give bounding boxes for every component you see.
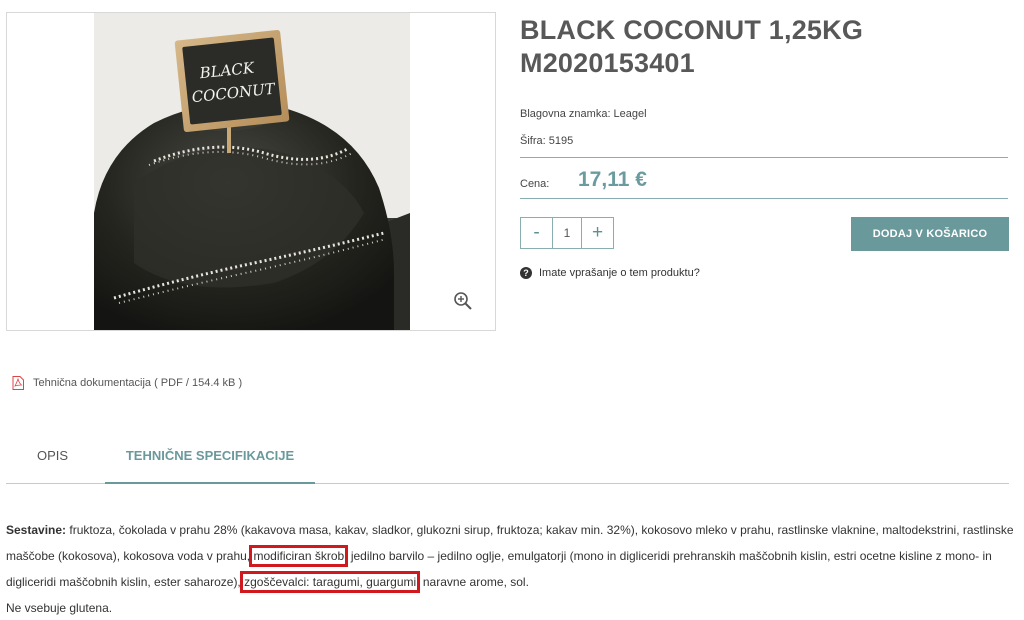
- product-tabs: OPIS TEHNIČNE SPECIFIKACIJE: [6, 440, 1009, 484]
- ingredients-section: Sestavine: fruktoza, čokolada v prahu 28…: [6, 517, 1018, 620]
- product-title: BLACK COCONUT 1,25KG M2020153401: [520, 15, 864, 78]
- black-coconut-cake-image: BLACK COCONUT: [94, 13, 410, 330]
- quantity-decrease-button[interactable]: -: [521, 218, 552, 248]
- question-circle-icon: ?: [520, 267, 532, 279]
- technical-documentation-link[interactable]: Tehnična dokumentacija ( PDF / 154.4 kB …: [12, 376, 242, 390]
- product-code: Šifra: 5195: [520, 135, 574, 147]
- add-to-cart-button[interactable]: DODAJ V KOŠARICO: [851, 217, 1009, 251]
- price-label: Cena:: [520, 178, 550, 190]
- tab-opis[interactable]: OPIS: [37, 448, 68, 484]
- price-value: 17,11 €: [578, 168, 647, 191]
- pdf-file-icon: [12, 376, 24, 390]
- product-question-label: Imate vprašanje o tem produktu?: [539, 267, 700, 279]
- quantity-increase-button[interactable]: +: [582, 218, 613, 248]
- tab-tehnicne-specifikacije[interactable]: TEHNIČNE SPECIFIKACIJE: [105, 448, 315, 484]
- product-question-link[interactable]: ? Imate vprašanje o tem produktu?: [520, 267, 700, 279]
- product-photo[interactable]: BLACK COCONUT: [94, 13, 410, 330]
- gluten-free-note: Ne vsebuje glutena.: [6, 601, 113, 615]
- technical-documentation-label: Tehnična dokumentacija ( PDF / 154.4 kB …: [33, 377, 243, 389]
- quantity-input[interactable]: [552, 218, 582, 248]
- quantity-stepper: - +: [520, 217, 614, 249]
- highlighted-ingredient: modificiran škrob: [249, 545, 349, 567]
- highlighted-ingredient: zgoščevalci: taragumi, guargumi: [240, 571, 421, 593]
- zoom-in-icon[interactable]: [452, 290, 474, 312]
- ingredients-text: , naravne arome, sol.: [416, 575, 529, 589]
- product-image-container[interactable]: BLACK COCONUT: [6, 12, 496, 331]
- ingredients-label: Sestavine:: [6, 523, 67, 537]
- divider: [520, 157, 1008, 158]
- product-brand: Blagovna znamka: Leagel: [520, 108, 647, 120]
- divider: [520, 198, 1008, 199]
